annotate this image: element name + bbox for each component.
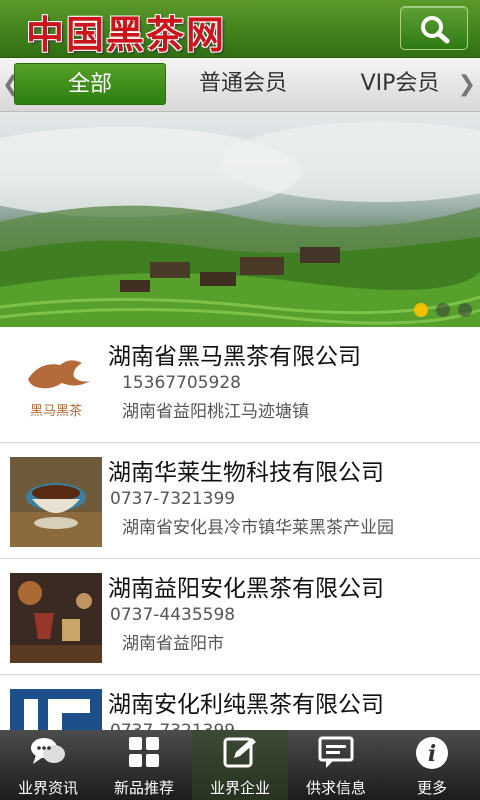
chevron-right-icon[interactable]: ❯: [458, 72, 476, 97]
company-address: 湖南省益阳市: [122, 634, 224, 654]
nav-more[interactable]: i 更多: [384, 730, 480, 800]
company-phone: 15367705928: [122, 373, 241, 393]
company-address: 湖南省安化县冷市镇华莱黑茶产业园: [122, 518, 394, 538]
list-item[interactable]: 湖南益阳安化黑茶有限公司 0737-4435598 湖南省益阳市: [0, 559, 480, 675]
tab-all[interactable]: 全部: [14, 63, 166, 105]
nav-label: 业界企业: [209, 779, 270, 797]
nav-supply-demand[interactable]: 供求信息: [288, 730, 384, 800]
tab-regular-member[interactable]: 普通会员: [178, 63, 308, 105]
nav-label: 供求信息: [305, 779, 366, 797]
company-name: 湖南华莱生物科技有限公司: [108, 460, 384, 486]
nav-label: 业界资讯: [17, 779, 78, 797]
carousel-dot-active[interactable]: [414, 303, 428, 317]
list-item[interactable]: 湖南安化利纯黑茶有限公司 0737-7321399: [0, 675, 480, 730]
nav-new-products[interactable]: 新品推荐: [96, 730, 192, 800]
edit-icon: [223, 737, 256, 768]
app-header: 中国黑茶网: [0, 0, 480, 58]
nav-label: 新品推荐: [113, 779, 174, 797]
message-icon: [318, 736, 354, 768]
company-phone: 0737-7321399: [110, 721, 235, 730]
company-name: 湖南安化利纯黑茶有限公司: [108, 692, 384, 718]
company-phone: 0737-7321399: [110, 489, 236, 509]
carousel-indicators: [414, 303, 472, 317]
tab-vip-member[interactable]: VIP会员: [340, 63, 460, 105]
company-name: 湖南省黑马黑茶有限公司: [108, 344, 361, 370]
company-phone: 0737-4435598: [110, 605, 236, 625]
carousel-dot[interactable]: [458, 303, 472, 317]
company-logo: [10, 689, 102, 730]
app-logo-title: 中国黑茶网: [26, 12, 227, 57]
search-icon: [421, 16, 450, 44]
list-item[interactable]: 黑马黑茶 湖南省黑马黑茶有限公司 15367705928 湖南省益阳桃江马迹塘镇: [0, 327, 480, 443]
member-tab-bar: ❮ 全部 普通会员 VIP会员 ❯: [0, 58, 480, 112]
carousel-dot[interactable]: [436, 303, 450, 317]
nav-label: 更多: [416, 779, 447, 797]
banner-image: [0, 122, 480, 327]
list-item[interactable]: 湖南华莱生物科技有限公司 0737-7321399 湖南省安化县冷市镇华莱黑茶产…: [0, 443, 480, 559]
company-photo: [10, 573, 102, 663]
svg-text:黑马黑茶: 黑马黑茶: [30, 403, 82, 419]
company-photo: [10, 457, 102, 547]
company-list: 黑马黑茶 湖南省黑马黑茶有限公司 15367705928 湖南省益阳桃江马迹塘镇…: [0, 327, 480, 730]
grid-icon: [129, 737, 159, 767]
chat-bubbles-icon: [31, 738, 65, 764]
svg-text:i: i: [428, 741, 436, 767]
nav-industry-news[interactable]: 业界资讯: [0, 730, 96, 800]
banner-carousel[interactable]: [0, 112, 480, 327]
company-logo: 黑马黑茶: [10, 341, 102, 431]
info-icon: i: [416, 737, 448, 769]
company-name: 湖南益阳安化黑茶有限公司: [108, 576, 384, 602]
nav-industry-companies[interactable]: 业界企业: [192, 730, 288, 800]
bottom-nav: 业界资讯 新品推荐 业界企业 供求信息 i 更多: [0, 730, 480, 800]
company-address: 湖南省益阳桃江马迹塘镇: [122, 402, 309, 422]
search-button[interactable]: [400, 6, 468, 50]
